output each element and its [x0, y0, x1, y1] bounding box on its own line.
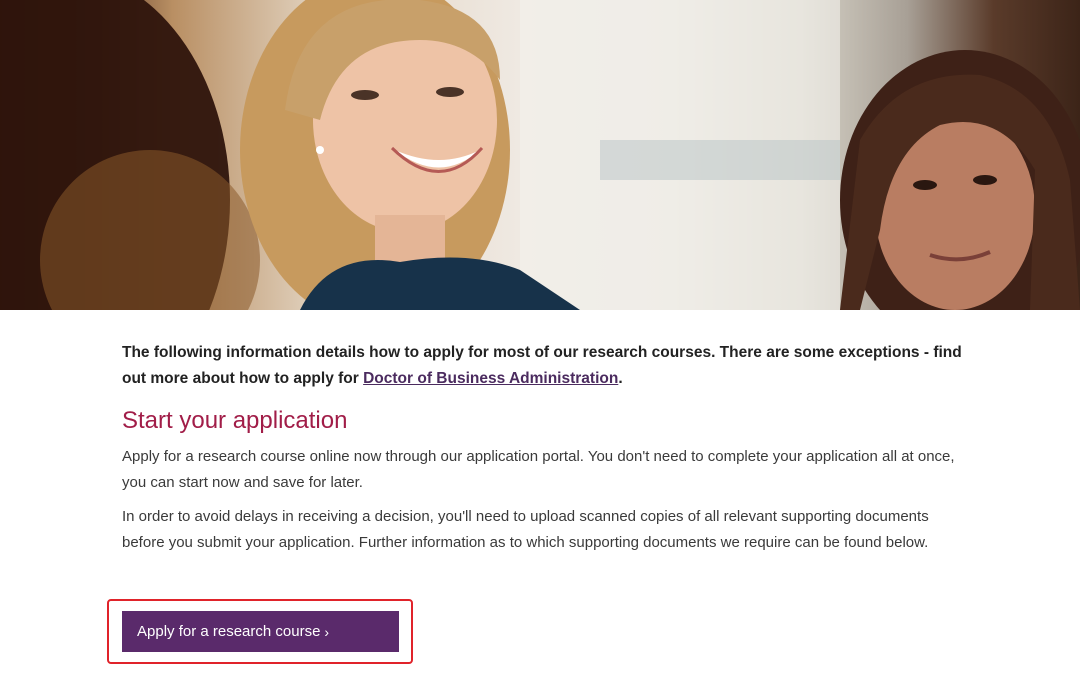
intro-text: The following information details how to… — [122, 340, 962, 392]
main-content: The following information details how to… — [122, 340, 962, 564]
section-heading: Start your application — [122, 407, 348, 434]
apply-button-label: Apply for a research course — [137, 623, 321, 640]
apply-research-course-button[interactable]: Apply for a research course › — [122, 611, 399, 652]
intro-text-after: . — [618, 370, 623, 387]
chevron-right-icon: › — [324, 623, 330, 640]
documents-paragraph: In order to avoid delays in receiving a … — [122, 508, 929, 551]
hero-photo — [0, 0, 1080, 310]
hero-image — [0, 0, 1080, 310]
dba-link[interactable]: Doctor of Business Administration — [363, 370, 618, 387]
intro-paragraph: Apply for a research course online now t… — [122, 448, 955, 491]
